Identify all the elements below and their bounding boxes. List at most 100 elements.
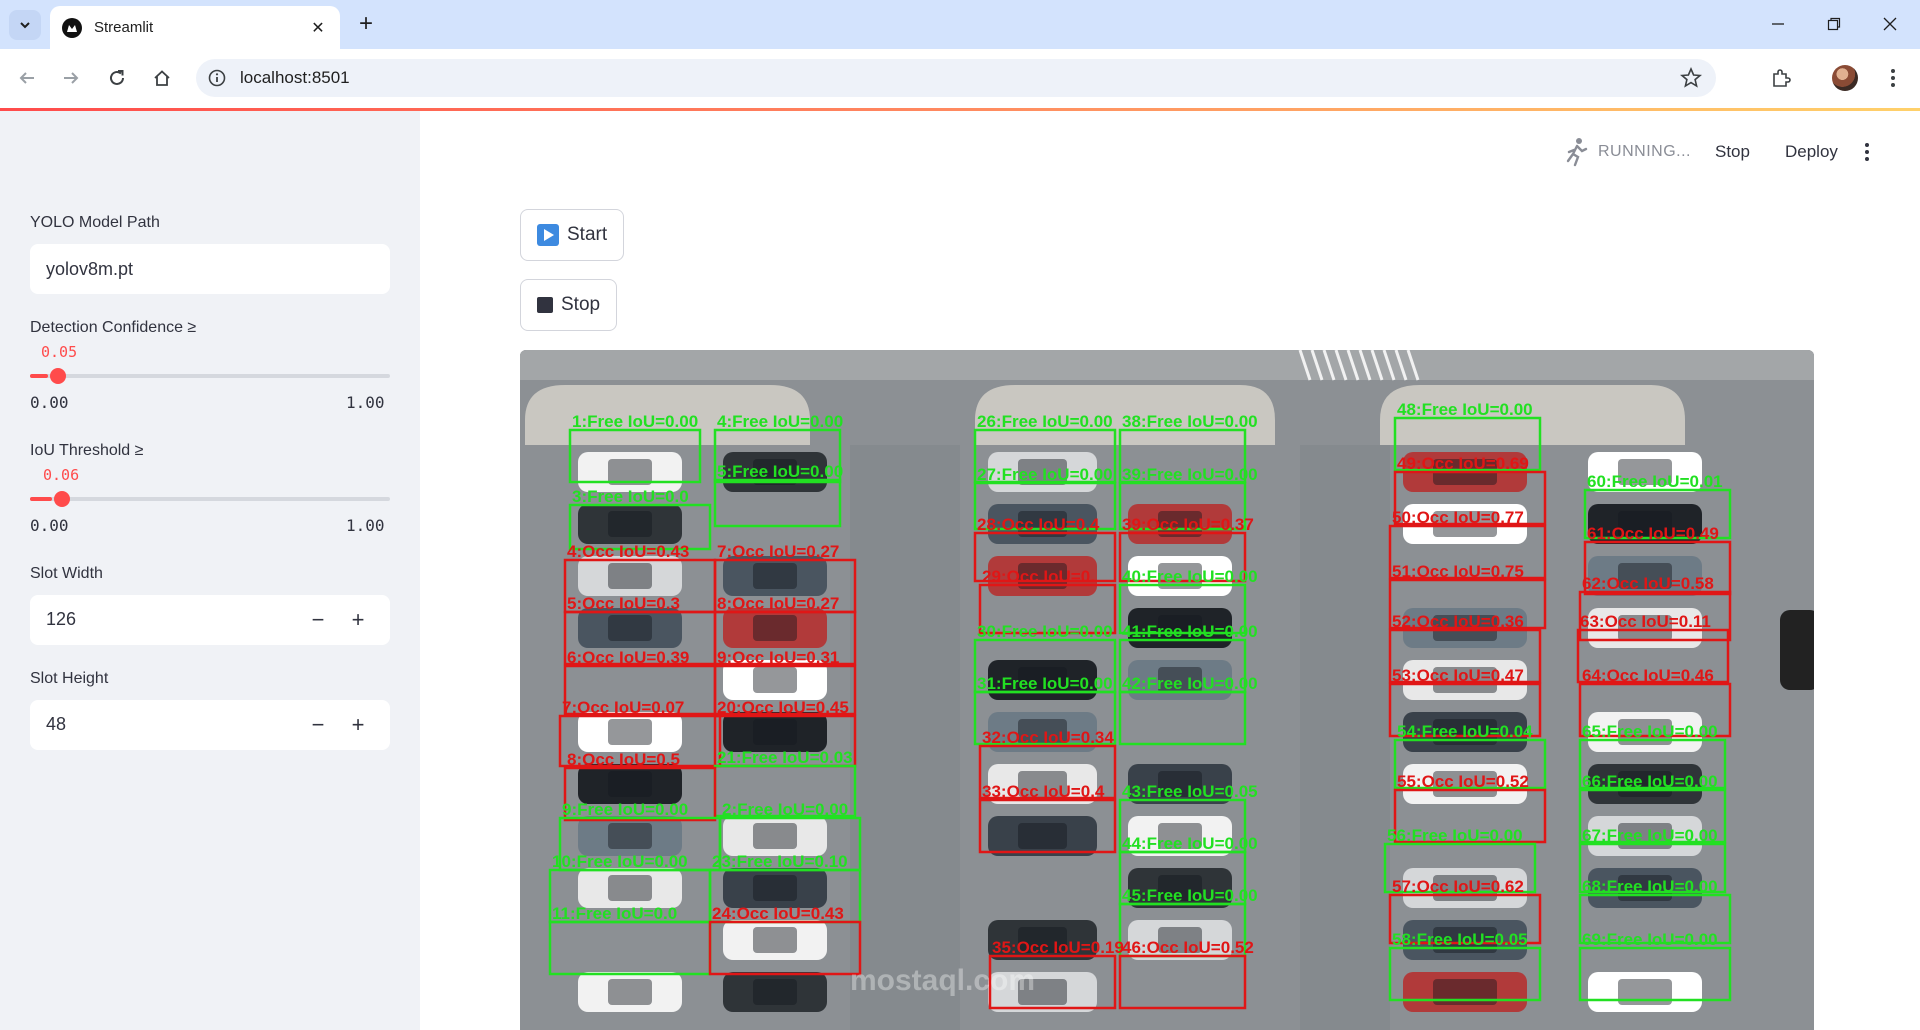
slot-label: 24:Occ IoU=0.43: [712, 904, 844, 923]
slot-label: 62:Occ IoU=0.58: [1582, 574, 1714, 593]
slot-label: 41:Free IoU=0.00: [1122, 622, 1258, 641]
driving-lane: [850, 445, 960, 1030]
confidence-label: Detection Confidence ≥: [30, 319, 197, 336]
slot-label: 26:Free IoU=0.00: [977, 412, 1113, 431]
slot-label: 61:Occ IoU=0.49: [1587, 524, 1719, 543]
extensions-button[interactable]: [1766, 63, 1796, 93]
restore-button[interactable]: [1820, 12, 1848, 36]
slot-label: 66:Free IoU=0.00: [1582, 772, 1718, 791]
slot-label: 20:Occ IoU=0.45: [717, 698, 849, 717]
more-vertical-icon: [1891, 69, 1895, 87]
browser-tab-bar: Streamlit ✕ +: [0, 0, 1920, 49]
car-windshield: [608, 719, 652, 745]
back-button[interactable]: [12, 63, 42, 93]
iou-slider-fill: [30, 497, 52, 501]
profile-button[interactable]: [1830, 63, 1860, 93]
main-menu-button[interactable]: [1864, 137, 1870, 167]
driving-lane: [1300, 445, 1390, 1030]
video-frame: 1:Free IoU=0.00 4:Free IoU=0.00 5:Free IoU…: [520, 350, 1814, 1030]
tab-search-button[interactable]: [9, 10, 41, 40]
tab-close-icon[interactable]: ✕: [308, 18, 328, 38]
reload-button[interactable]: [102, 63, 132, 93]
slot-label: 35:Occ IoU=0.19: [992, 938, 1124, 957]
watermark-text: mostaql.com: [850, 964, 1035, 997]
slot-width-value[interactable]: 126: [46, 609, 76, 630]
car-windshield: [753, 979, 797, 1005]
car-windshield: [1018, 823, 1067, 849]
slot-label: 7:Occ IoU=0.27: [717, 542, 839, 561]
slot-height-value[interactable]: 48: [46, 714, 66, 735]
model-path-value: yolov8m.pt: [46, 258, 134, 279]
slot-label: 40:Free IoU=0.00: [1122, 567, 1258, 586]
slot-label: 65:Free IoU=0.00: [1582, 722, 1718, 741]
deploy-button[interactable]: Deploy: [1785, 137, 1838, 167]
confidence-value: 0.05: [41, 343, 78, 361]
slot-label: 53:Occ IoU=0.47: [1392, 666, 1524, 685]
start-button[interactable]: Start: [520, 209, 625, 261]
car-windshield: [608, 563, 652, 589]
slot-label: 46:Occ IoU=0.52: [1122, 938, 1254, 957]
new-tab-button[interactable]: +: [352, 11, 380, 39]
puzzle-icon: [1773, 69, 1791, 87]
running-status: RUNNING...: [1564, 137, 1691, 167]
slot-height-input[interactable]: 48 − +: [30, 700, 390, 750]
slot-label: 50:Occ IoU=0.77: [1392, 508, 1524, 527]
slot-width-increment-button[interactable]: +: [338, 595, 378, 645]
slot-label: 11:Free IoU=0.0: [552, 904, 677, 923]
minimize-icon: [1772, 23, 1784, 25]
slot-label: 21:Free IoU=0.03: [717, 748, 853, 767]
slot-label: 4:Free IoU=0.00: [717, 412, 843, 431]
slot-width-label: Slot Width: [30, 565, 103, 582]
slot-label: 68:Free IoU=0.00: [1582, 877, 1718, 896]
bookmark-star-icon[interactable]: [1680, 67, 1702, 89]
chevron-down-icon: [20, 22, 30, 29]
iou-slider-thumb[interactable]: [53, 491, 70, 507]
car-windshield: [753, 927, 797, 953]
car-windshield: [753, 719, 797, 745]
slot-label: 10:Free IoU=0.00: [552, 852, 688, 871]
home-button[interactable]: [147, 63, 177, 93]
slot-label: 63:Occ IoU=0.11: [1580, 612, 1711, 631]
slot-label: 27:Free IoU=0.00: [977, 465, 1113, 484]
stop-button[interactable]: Stop: [520, 279, 618, 331]
slot-label: 5:Occ IoU=0.3: [567, 594, 680, 613]
avatar: [1832, 65, 1858, 91]
slot-height-decrement-button[interactable]: −: [298, 700, 338, 750]
confidence-slider[interactable]: [30, 368, 390, 384]
arrow-right-icon: [64, 72, 79, 84]
sidebar: YOLO Model Path yolov8m.pt Detection Con…: [0, 111, 420, 1030]
slot-label: 9:Occ IoU=0.31: [717, 648, 839, 667]
slot-height-increment-button[interactable]: +: [338, 700, 378, 750]
car-windshield: [608, 979, 652, 1005]
slot-label: 44:Free IoU=0.00: [1122, 834, 1258, 853]
tab-title: Streamlit: [94, 19, 154, 36]
browser-tab[interactable]: Streamlit ✕: [50, 6, 340, 49]
model-path-input[interactable]: yolov8m.pt: [30, 244, 390, 294]
site-info-icon[interactable]: [208, 69, 226, 87]
top-strip: [520, 350, 1814, 380]
slot-label: 39:Occ IoU=0.37: [1122, 515, 1254, 534]
header-stop-button[interactable]: Stop: [1715, 137, 1750, 167]
url-text[interactable]: localhost:8501: [240, 68, 350, 88]
more-vertical-icon: [1865, 143, 1869, 161]
address-bar[interactable]: localhost:8501: [196, 59, 1716, 97]
forward-button[interactable]: [56, 63, 86, 93]
close-window-button[interactable]: [1876, 12, 1904, 36]
slot-height-label: Slot Height: [30, 670, 109, 687]
browser-menu-button[interactable]: [1878, 63, 1908, 93]
car-windshield: [608, 511, 652, 537]
slot-label: 55:Occ IoU=0.52: [1397, 772, 1529, 791]
slot-label: 7:Occ IoU=0.07: [562, 698, 684, 717]
slot-width-decrement-button[interactable]: −: [298, 595, 338, 645]
slot-label: 43:Free IoU=0.05: [1122, 782, 1258, 801]
parked-car: [1780, 610, 1814, 690]
slot-label: 29:Occ IoU=0.: [982, 567, 1095, 586]
minimize-button[interactable]: [1764, 12, 1792, 36]
stop-square-icon: [537, 297, 553, 313]
confidence-slider-thumb[interactable]: [50, 368, 66, 384]
running-man-icon: [1566, 138, 1588, 167]
slot-label: 49:Occ IoU=0.69: [1397, 454, 1529, 473]
iou-slider[interactable]: [30, 491, 390, 507]
slot-label: 54:Free IoU=0.04: [1397, 722, 1533, 741]
slot-width-input[interactable]: 126 − +: [30, 595, 390, 645]
